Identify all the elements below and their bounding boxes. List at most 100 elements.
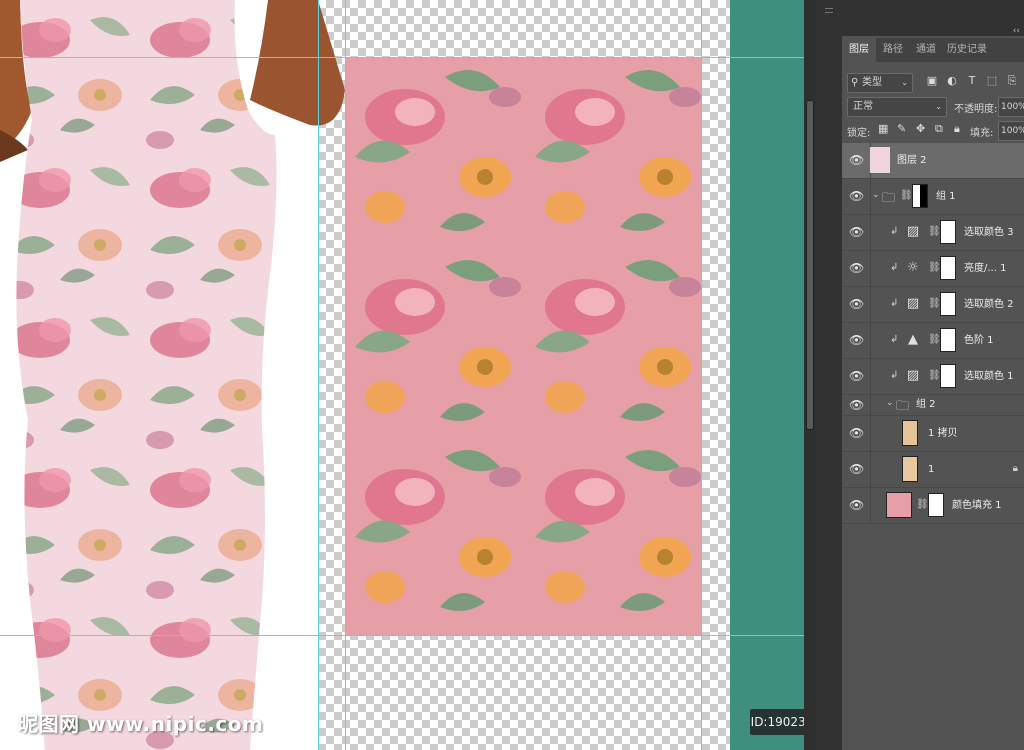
eye-icon[interactable]: 👁︎ xyxy=(849,189,864,203)
eye-icon[interactable]: 👁︎ xyxy=(849,153,864,167)
link-icon: ⛓︎ xyxy=(928,298,941,309)
filter-label: 类型 xyxy=(862,77,882,88)
layer-row[interactable]: 👁︎ 1 拷贝 xyxy=(842,416,1024,452)
layer-name: 1 拷贝 xyxy=(928,428,958,439)
layer-mask-thumbnail xyxy=(940,220,956,244)
lock-transparent-icon[interactable]: ▦ xyxy=(878,122,888,135)
guide-vertical-right xyxy=(701,0,702,750)
tab-paths[interactable]: 路径 xyxy=(877,38,909,62)
layer-filter-select[interactable]: ⚲ 类型 ⌄ xyxy=(847,73,913,93)
eye-icon[interactable]: 👁︎ xyxy=(849,225,864,239)
layer-row[interactable]: 👁︎ ↲ ☼ ⛓︎ 亮度/... 1 xyxy=(842,251,1024,287)
layer-row[interactable]: 👁︎ ↲ ▲ ⛓︎ 色阶 1 xyxy=(842,323,1024,359)
layer-row[interactable]: 👁︎ ⌄ 🗀︎ 组 2 xyxy=(842,395,1024,416)
guide-vertical-mid xyxy=(345,0,346,750)
eye-icon[interactable]: 👁︎ xyxy=(849,398,864,412)
eye-icon[interactable]: 👁︎ xyxy=(849,426,864,440)
clip-arrow-icon: ↲ xyxy=(890,298,899,309)
image-id-bar: ID:19023753 NO:20250420192646964101 xyxy=(750,709,808,735)
group-mask-thumbnail xyxy=(912,184,928,208)
opacity-label: 不透明度: xyxy=(954,104,998,115)
layer-mask-thumbnail xyxy=(928,493,944,517)
tab-layers[interactable]: 图层 xyxy=(842,38,876,62)
chevron-down-icon[interactable]: ⌄ xyxy=(872,190,880,200)
guide-horizontal-top xyxy=(0,57,808,58)
watermark: 昵图网 www.nipic.com xyxy=(18,712,264,736)
text-filter-icon[interactable]: T xyxy=(966,74,978,88)
lock-all-icon[interactable]: 🔒︎ xyxy=(954,122,960,136)
chevron-down-icon[interactable]: ⌄ xyxy=(886,398,894,408)
clip-arrow-icon: ↲ xyxy=(890,334,899,345)
folder-icon: 🗀︎ xyxy=(882,191,896,206)
link-icon: ⛓︎ xyxy=(900,190,913,201)
link-icon: ⛓︎ xyxy=(916,499,929,510)
levels-icon: ▲ xyxy=(908,332,918,347)
selective-color-icon: ▨ xyxy=(906,224,920,239)
eye-icon[interactable]: 👁︎ xyxy=(849,261,864,275)
lock-image-icon[interactable]: ✎ xyxy=(897,122,906,135)
color-fill-thumbnail xyxy=(886,492,912,518)
layers-panel: ‹‹ 图层 路径 通道 历史记录 ⚲ 类型 ⌄ ▣ ◐ T ⬚ ⎘ 正常 ⌄ 不… xyxy=(842,0,1024,750)
lock-artboard-icon[interactable]: ⧉ xyxy=(935,122,943,136)
layer-row[interactable]: 👁︎ ↲ ▨ ⛓︎ 选取颜色 3 xyxy=(842,215,1024,251)
eye-icon[interactable]: 👁︎ xyxy=(849,297,864,311)
eye-icon[interactable]: 👁︎ xyxy=(849,498,864,512)
eye-icon[interactable]: 👁︎ xyxy=(849,369,864,383)
blend-mode-value: 正常 xyxy=(853,101,873,112)
layer-name: 亮度/... 1 xyxy=(964,263,1007,274)
eye-icon[interactable]: 👁︎ xyxy=(849,462,864,476)
guide-horizontal-bottom xyxy=(0,635,808,636)
guide-vertical-left xyxy=(318,0,319,750)
smart-object-filter-icon[interactable]: ⎘ xyxy=(1006,74,1018,88)
clip-arrow-icon: ↲ xyxy=(890,262,899,273)
layer-row[interactable]: 👁︎ ↲ ▨ ⛓︎ 选取颜色 2 xyxy=(842,287,1024,323)
opacity-input[interactable]: 100% xyxy=(998,97,1024,117)
layer-thumbnail xyxy=(902,420,918,446)
teal-background xyxy=(730,0,804,750)
panel-header: ‹‹ xyxy=(842,0,1024,36)
link-icon: ⛓︎ xyxy=(928,262,941,273)
chevron-down-icon: ⌄ xyxy=(901,78,908,87)
layer-row[interactable]: 👁︎ ↲ ▨ ⛓︎ 选取颜色 1 xyxy=(842,359,1024,395)
canvas-scrollbar[interactable] xyxy=(804,0,816,750)
brightness-icon: ☼ xyxy=(907,260,919,275)
layer-name: 色阶 1 xyxy=(964,335,994,346)
fill-input[interactable]: 100% xyxy=(998,121,1024,141)
tab-history[interactable]: 历史记录 xyxy=(943,38,991,62)
shape-filter-icon[interactable]: ⬚ xyxy=(986,74,998,88)
lock-icon: 🔒︎ xyxy=(1012,463,1018,474)
layer-name: 选取颜色 3 xyxy=(964,227,1014,238)
chevron-down-icon: ⌄ xyxy=(935,102,942,111)
blend-mode-select[interactable]: 正常 ⌄ xyxy=(847,97,947,117)
tab-channels[interactable]: 通道 xyxy=(910,38,942,62)
panel-tabs: 图层 路径 通道 历史记录 xyxy=(842,38,1024,62)
layer-row[interactable]: 👁︎ ⛓︎ 颜色填充 1 xyxy=(842,488,1024,524)
layer-mask-thumbnail xyxy=(940,256,956,280)
panel-dock-strip xyxy=(816,0,843,750)
selective-color-icon: ▨ xyxy=(906,296,920,311)
layer-row[interactable]: 👁︎ 1 🔒︎ xyxy=(842,452,1024,488)
layer-thumbnail xyxy=(902,456,918,482)
layer-name: 组 1 xyxy=(936,191,956,202)
layer-row[interactable]: 👁︎ 图层 2 xyxy=(842,143,1024,179)
link-icon: ⛓︎ xyxy=(928,370,941,381)
fabric-swatch xyxy=(345,57,701,635)
clip-arrow-icon: ↲ xyxy=(890,370,899,381)
layer-mask-thumbnail xyxy=(940,292,956,316)
link-icon: ⛓︎ xyxy=(928,334,941,345)
link-icon: ⛓︎ xyxy=(928,226,941,237)
image-filter-icon[interactable]: ▣ xyxy=(926,74,938,88)
layer-name: 1 xyxy=(928,464,935,475)
layer-row[interactable]: 👁︎ ⌄ 🗀︎ ⛓︎ 组 1 xyxy=(842,179,1024,215)
scrollbar-thumb[interactable] xyxy=(806,100,814,430)
eye-icon[interactable]: 👁︎ xyxy=(849,333,864,347)
layer-name: 图层 2 xyxy=(897,155,927,166)
layer-name: 颜色填充 1 xyxy=(952,500,1002,511)
document-canvas[interactable]: 昵图网 www.nipic.com ID:19023753 NO:2025042… xyxy=(0,0,808,750)
selective-color-icon: ▨ xyxy=(906,368,920,383)
adjust-filter-icon[interactable]: ◐ xyxy=(946,74,958,88)
lock-label: 锁定: xyxy=(847,128,871,139)
collapse-icon[interactable]: ‹‹ xyxy=(1013,26,1020,36)
lock-position-icon[interactable]: ✥ xyxy=(916,122,925,135)
layer-mask-thumbnail xyxy=(940,328,956,352)
